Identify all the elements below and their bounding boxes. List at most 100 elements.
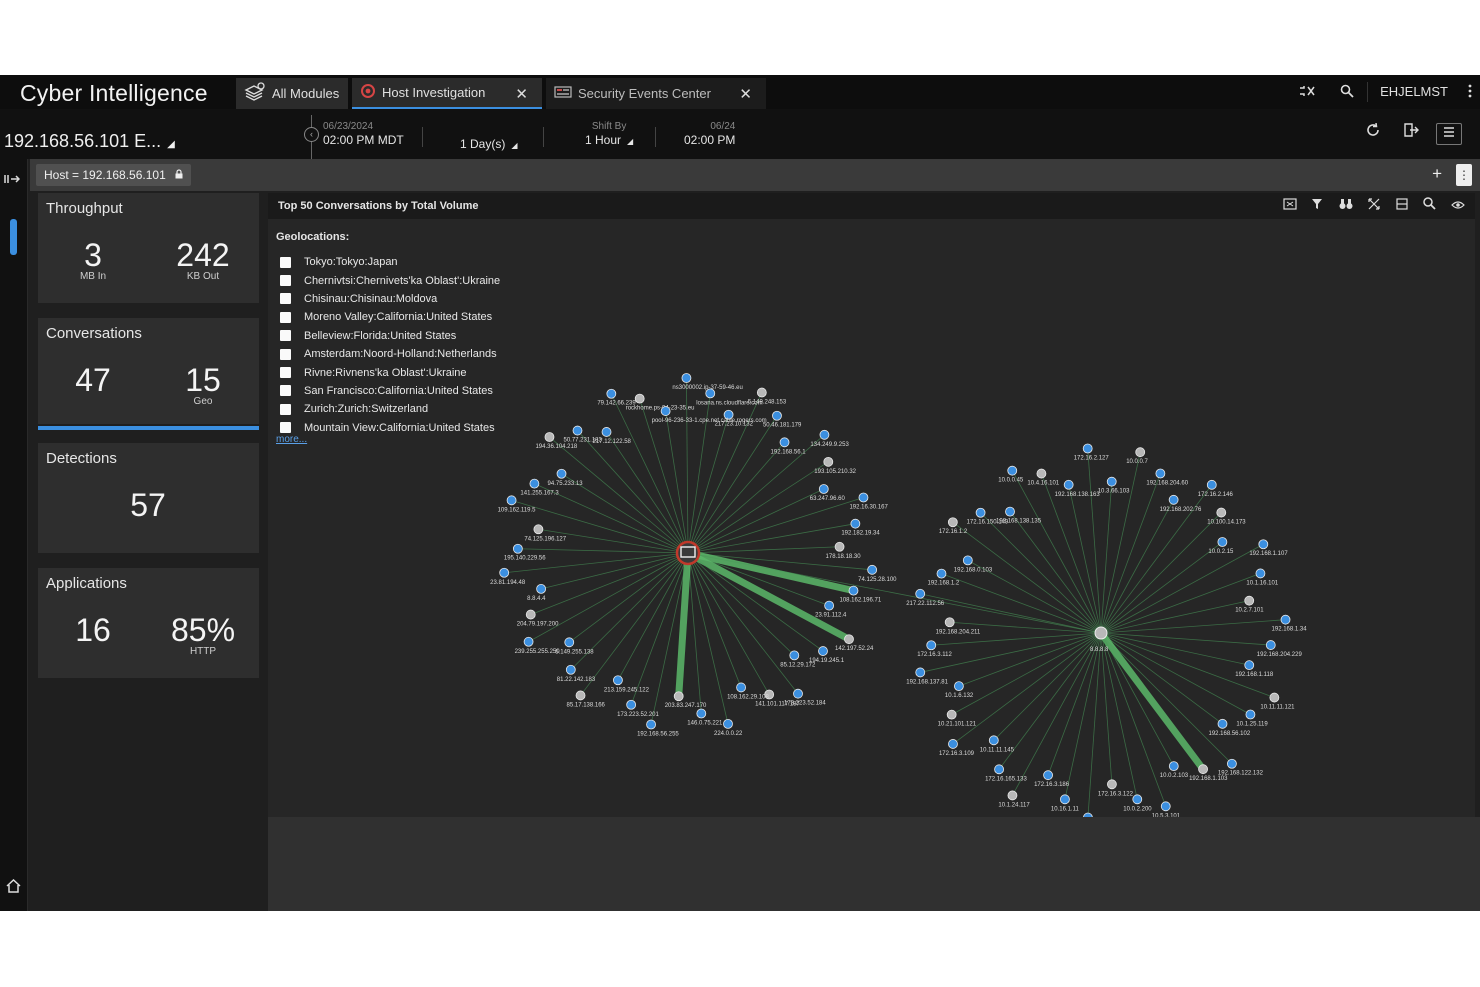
geolocation-checkbox[interactable] (280, 385, 291, 397)
left-cluster-node[interactable] (779, 437, 790, 448)
right-cluster-node[interactable] (1155, 468, 1166, 479)
right-cluster-node[interactable] (946, 709, 957, 720)
right-cluster-node[interactable] (1245, 709, 1256, 720)
right-cluster-node[interactable] (936, 568, 947, 579)
left-cluster-node[interactable] (823, 456, 834, 467)
timeline-back-icon[interactable]: ‹ (304, 127, 319, 142)
right-cluster-node[interactable] (1217, 537, 1228, 547)
host-selector[interactable]: 192.168.56.101 E... ◢ (4, 131, 175, 152)
right-cluster-node[interactable] (953, 681, 964, 691)
user-menu[interactable]: EHJELMST (1367, 82, 1460, 102)
right-cluster-node[interactable] (1226, 758, 1237, 769)
right-cluster-node[interactable] (1005, 506, 1015, 517)
tab-all-modules[interactable]: All Modules (236, 78, 348, 109)
geolocation-item[interactable]: Moreno Valley:California:United States (280, 308, 500, 326)
right-cluster-node[interactable] (1132, 794, 1143, 805)
view-icon[interactable] (1448, 197, 1467, 215)
right-cluster-node[interactable] (1106, 476, 1117, 487)
geolocation-item[interactable]: Rivne:Rivnens'ka Oblast':Ukraine (280, 363, 500, 381)
left-cluster-node[interactable] (793, 688, 803, 699)
geolocation-item[interactable]: Tokyo:Tokyo:Japan (280, 253, 500, 271)
left-cluster-node[interactable] (736, 682, 746, 693)
left-cluster-node[interactable] (834, 541, 845, 552)
geolocations-more-link[interactable]: more... (276, 434, 307, 445)
left-cluster-node[interactable] (681, 373, 692, 383)
geolocation-item[interactable]: Mountain View:California:United States (280, 419, 500, 437)
right-cluster-node[interactable] (1168, 761, 1179, 771)
right-cluster-node[interactable] (944, 617, 955, 628)
exit-fullscreen-icon[interactable] (1287, 84, 1327, 100)
right-cluster-node[interactable] (1063, 479, 1074, 490)
right-cluster-node[interactable] (1160, 801, 1171, 812)
host-filter-chip[interactable]: Host = 192.168.56.101 (36, 164, 192, 186)
left-cluster-node[interactable] (544, 432, 555, 442)
right-cluster-node[interactable] (947, 517, 958, 528)
left-cluster-node[interactable] (601, 427, 612, 437)
add-filter-icon[interactable]: + (1432, 164, 1442, 184)
geolocation-item[interactable]: Chernivtsi:Chernivets'ka Oblast':Ukraine (280, 271, 500, 289)
shift-by-selector[interactable]: Shift By 1 Hour ◢ (585, 121, 633, 147)
left-cluster-node[interactable] (536, 583, 547, 594)
geolocation-checkbox[interactable] (280, 330, 291, 342)
geolocation-checkbox[interactable] (280, 256, 291, 268)
right-cluster-node[interactable] (1216, 507, 1227, 518)
search-icon[interactable] (1327, 84, 1367, 101)
tab-host-investigation[interactable]: Host Investigation ✕ (352, 78, 542, 109)
geolocation-item[interactable]: Belleview:Florida:United States (280, 327, 500, 345)
export-icon[interactable] (1398, 123, 1424, 145)
left-cluster-node[interactable] (756, 387, 767, 398)
left-cluster-node[interactable] (818, 646, 828, 656)
right-center-node[interactable] (1094, 626, 1108, 640)
right-cluster-node[interactable] (1217, 718, 1228, 729)
filter-icon[interactable] (1308, 197, 1327, 215)
right-cluster-node[interactable] (1206, 479, 1217, 490)
right-cluster-node[interactable] (1280, 614, 1291, 625)
left-cluster-node[interactable] (844, 634, 854, 645)
left-cluster-node[interactable] (613, 675, 623, 686)
left-cluster-node[interactable] (506, 495, 517, 506)
right-cluster-node[interactable] (988, 735, 999, 746)
geolocation-item[interactable]: San Francisco:California:United States (280, 382, 500, 400)
conversations-card[interactable]: Conversations 47 15 Geo (38, 318, 259, 430)
time-start[interactable]: 06/23/2024 02:00 PM MDT (323, 121, 404, 147)
expand-panel-icon[interactable] (4, 173, 21, 187)
left-cluster-node[interactable] (529, 478, 540, 489)
geolocation-checkbox[interactable] (280, 275, 291, 287)
left-cluster-node[interactable] (858, 492, 869, 503)
left-cluster-node[interactable] (646, 719, 656, 730)
throughput-card[interactable]: Throughput 3 MB In 242 KB Out (38, 193, 259, 303)
right-cluster-node[interactable] (1082, 443, 1093, 454)
right-cluster-node[interactable] (915, 667, 926, 678)
left-cluster-node[interactable] (565, 664, 576, 675)
geolocation-item[interactable]: Amsterdam:Noord-Holland:Netherlands (280, 345, 500, 363)
left-cluster-node[interactable] (572, 425, 583, 436)
left-cluster-node[interactable] (564, 637, 575, 648)
right-cluster-node[interactable] (1036, 468, 1047, 479)
right-cluster-node[interactable] (1043, 770, 1053, 781)
left-cluster-node[interactable] (512, 543, 523, 554)
expand-icon[interactable] (1364, 197, 1383, 215)
kebab-menu-icon[interactable] (1460, 84, 1480, 101)
geolocation-item[interactable]: Zurich:Zurich:Switzerland (280, 400, 500, 418)
left-cluster-node[interactable] (673, 691, 684, 702)
right-cluster-node[interactable] (994, 764, 1004, 775)
home-icon[interactable] (6, 878, 21, 897)
left-cluster-node[interactable] (818, 484, 829, 494)
investigated-host-node[interactable] (675, 540, 701, 566)
left-cluster-node[interactable] (772, 410, 782, 421)
geolocation-checkbox[interactable] (280, 403, 291, 415)
right-cluster-node[interactable] (948, 739, 958, 749)
left-cluster-node[interactable] (789, 650, 800, 661)
right-cluster-node[interactable] (1007, 790, 1018, 801)
right-cluster-node[interactable] (1107, 779, 1117, 790)
geolocation-checkbox[interactable] (280, 367, 291, 379)
right-cluster-node[interactable] (1060, 794, 1070, 805)
left-cluster-node[interactable] (696, 708, 707, 719)
left-cluster-node[interactable] (523, 636, 534, 647)
geolocation-checkbox[interactable] (280, 422, 291, 434)
tab-security-events-center[interactable]: Security Events Center ✕ (546, 78, 766, 109)
right-cluster-node[interactable] (915, 588, 926, 599)
left-cluster-node[interactable] (660, 406, 671, 416)
fit-icon[interactable] (1392, 197, 1411, 215)
left-cluster-node[interactable] (499, 567, 510, 578)
